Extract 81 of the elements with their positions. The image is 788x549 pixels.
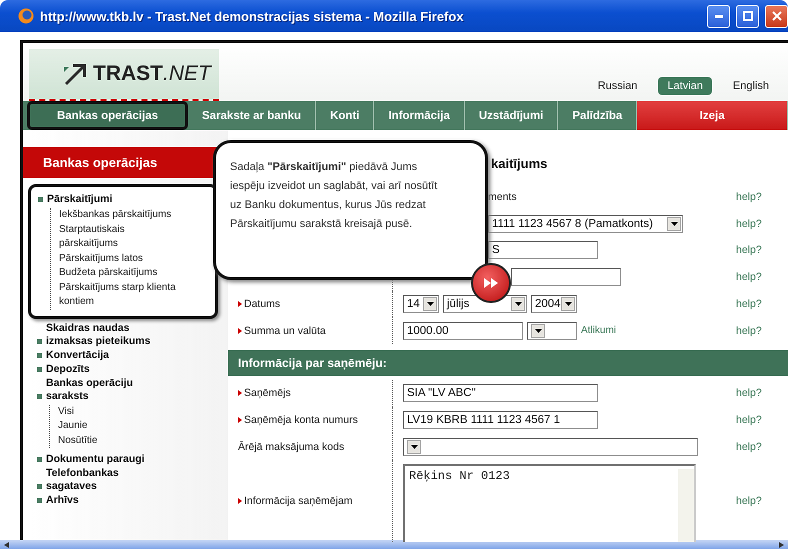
menu-item[interactable]: Konvertācija	[37, 348, 162, 362]
help-link[interactable]: help?	[736, 387, 788, 400]
minimize-button[interactable]	[707, 4, 730, 28]
menu-item[interactable]: Pārskaitījumi	[38, 193, 163, 206]
help-link[interactable]: help?	[736, 495, 788, 508]
nav-tab[interactable]: Bankas operācijas	[27, 101, 188, 130]
bullet-icon	[37, 352, 42, 358]
bullet-icon	[37, 338, 42, 344]
caret-icon[interactable]	[511, 296, 525, 311]
currency-select[interactable]	[527, 322, 577, 340]
nav-tab[interactable]: Izeja	[637, 101, 788, 130]
day-select[interactable]: 14	[403, 294, 439, 313]
amount-field[interactable]: 1000.00	[403, 322, 523, 340]
field-label: Informācija saņēmējam	[244, 495, 353, 508]
submenu-item[interactable]: Visi	[58, 404, 176, 419]
help-link[interactable]: help?	[736, 218, 788, 230]
help-link[interactable]: help?	[736, 324, 788, 337]
menu-item[interactable]: Dokumentu paraugi	[37, 453, 162, 466]
field-label: Saņēmējs	[244, 387, 291, 400]
field-label: Ārējā maksājuma kods	[238, 440, 344, 453]
close-icon	[772, 11, 782, 21]
help-link[interactable]: help?	[736, 298, 788, 310]
submenu-item[interactable]: Iekšbankas pārskaitījums	[59, 208, 177, 222]
menu-item[interactable]: Skaidras naudas izmaksas pieteikums	[37, 322, 162, 348]
section-header: Informācija par saņēmēju:	[228, 350, 788, 376]
menu-item[interactable]: Depozīts	[37, 362, 162, 376]
submenu-item[interactable]: Pārskaitījums latos	[59, 252, 177, 266]
fast-forward-icon	[484, 278, 498, 288]
balance-link[interactable]: Atlikumi	[581, 325, 616, 336]
caret-icon[interactable]	[561, 296, 575, 311]
field-label: Saņēmēja konta numurs	[244, 414, 358, 426]
help-link[interactable]: help?	[736, 271, 788, 284]
minimize-icon	[714, 14, 722, 18]
form-title: kaitījums	[491, 156, 548, 173]
browser-icon	[18, 8, 34, 24]
callout-text: Sadaļa "Pārskaitījumi" piedāvā Jums iespēju izveidot un saglabāt, vai arī nosūtīt uz Banku dokumentus, kurus Jūs redzat Pārskaitījumu sarakstā kreisajā pusē.	[230, 161, 438, 230]
field-label: Summa un valūta	[244, 324, 326, 337]
language-link[interactable]: English	[724, 77, 778, 95]
bullet-icon	[37, 457, 42, 462]
menu-item[interactable]: Bankas operāciju saraksts	[37, 376, 162, 402]
submenu-item[interactable]: Nosūtītie	[58, 434, 176, 448]
close-button[interactable]	[765, 4, 788, 28]
window-title: http://www.tkb.lv - Trast.Net demonstracijas sistema - Mozilla Firefox	[40, 8, 465, 24]
dropdown-field[interactable]	[403, 438, 698, 456]
language-link[interactable]: Russian	[588, 77, 646, 95]
message-field[interactable]: Rēķins Nr 0123	[403, 464, 696, 542]
menu-item[interactable]: Telefonbankas sagataves	[37, 467, 162, 493]
text-field[interactable]: SIA "LV ABC"	[403, 384, 598, 402]
submenu-item[interactable]: Starptautiskais pārskaitījums	[59, 222, 177, 252]
field-label: ments	[488, 191, 517, 204]
text-field[interactable]	[511, 268, 621, 286]
bullet-icon	[37, 498, 42, 503]
help-link[interactable]: help?	[736, 244, 788, 256]
maximize-icon	[742, 11, 752, 21]
logo-text: TRAST.NET	[93, 62, 211, 86]
submenu-item[interactable]: Budžeta pārskaitījums	[59, 266, 177, 280]
menu-item[interactable]: Arhīvs	[37, 494, 162, 507]
text-field[interactable]: LV19 KBRB 1111 1123 4567 1	[403, 410, 598, 429]
horizontal-scrollbar[interactable]	[0, 540, 788, 549]
arrow-logo-icon	[63, 63, 87, 85]
caret-icon[interactable]	[667, 216, 681, 231]
language-link[interactable]: Latvian	[658, 77, 712, 95]
submenu-item[interactable]: Jaunie	[58, 419, 176, 434]
help-link[interactable]: help?	[736, 414, 788, 426]
bullet-icon	[37, 484, 42, 489]
caret-icon[interactable]	[407, 440, 421, 454]
caret-icon[interactable]	[531, 324, 545, 338]
year-select[interactable]: 2004	[531, 294, 577, 313]
bullet-icon	[37, 394, 42, 398]
dropdown-field[interactable]: 1111 1123 4567 8 (Pamatkonts)	[488, 214, 683, 233]
text-field[interactable]: S	[488, 241, 598, 260]
help-link[interactable]: help?	[736, 191, 788, 204]
maximize-button[interactable]	[736, 4, 759, 28]
field-label: Datums	[244, 298, 280, 310]
scroll-left-icon[interactable]	[4, 542, 9, 548]
help-link[interactable]: help?	[736, 440, 788, 453]
caret-icon[interactable]	[423, 296, 437, 311]
scroll-right-icon[interactable]	[779, 542, 784, 548]
submenu-item[interactable]: Pārskaitījums starp klienta kontiem	[59, 280, 177, 310]
bullet-icon	[37, 366, 42, 372]
bullet-icon	[38, 197, 43, 202]
